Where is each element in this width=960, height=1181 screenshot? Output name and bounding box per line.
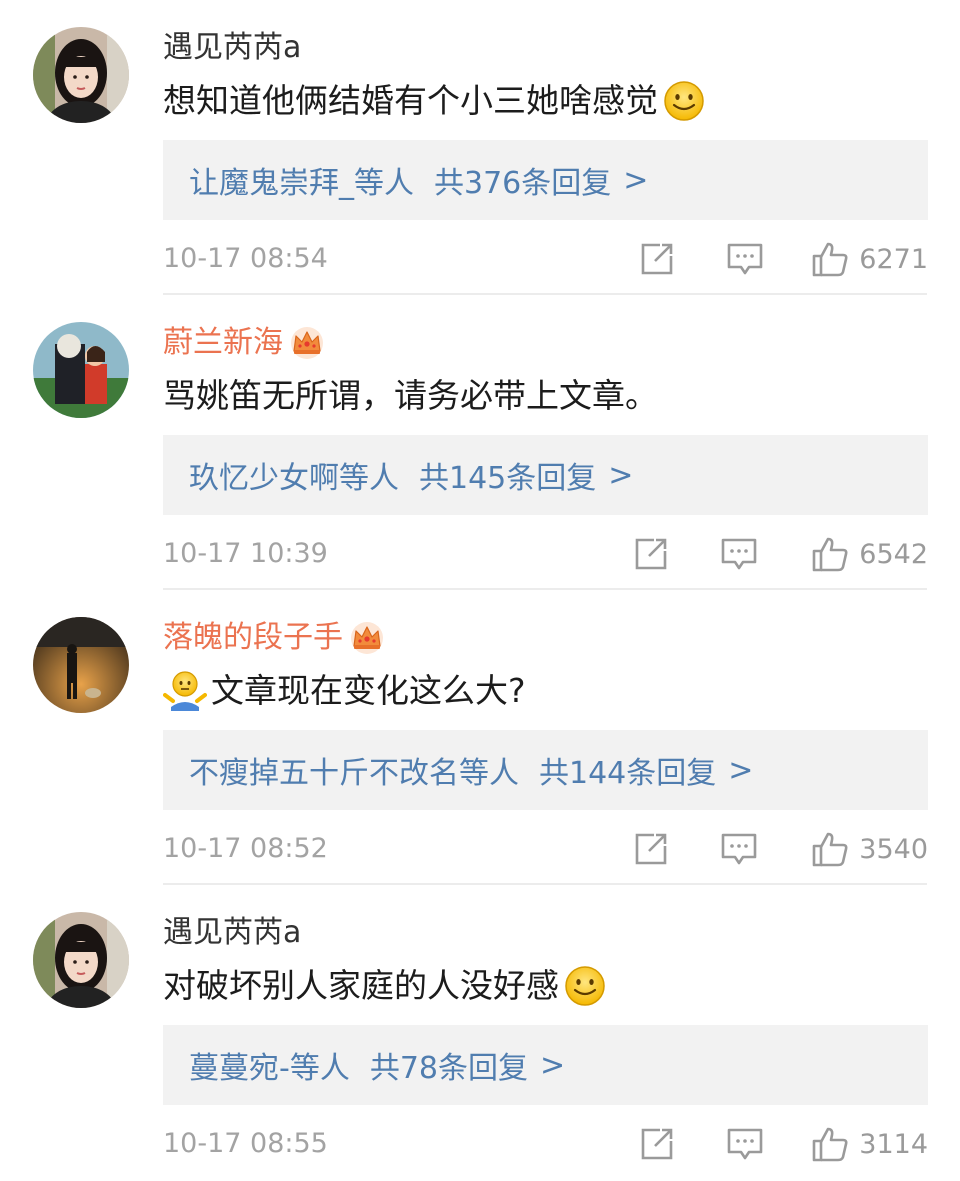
thumbs-up-icon xyxy=(811,240,849,278)
comment-text-body: 对破坏别人家庭的人没好感 xyxy=(163,966,559,1005)
comment-meta: 10-17 08:52 3540 xyxy=(163,826,928,872)
share-icon[interactable] xyxy=(638,240,676,278)
share-icon[interactable] xyxy=(632,535,670,573)
username[interactable]: 遇见芮芮a xyxy=(163,28,301,68)
comment-icon[interactable] xyxy=(720,535,758,573)
chevron-right-icon: > xyxy=(608,457,634,493)
like-count: 6271 xyxy=(859,243,928,275)
username-text: 蔚兰新海 xyxy=(163,325,283,360)
comment-icon[interactable] xyxy=(726,240,764,278)
comment-icon[interactable] xyxy=(726,1125,764,1163)
avatar[interactable] xyxy=(33,322,129,418)
comment-item: 遇见芮芮a 对破坏别人家庭的人没好感 蔓蔓宛-等人 共78条回复 > 10-17… xyxy=(0,885,960,1180)
replies-summary[interactable]: 不瘦掉五十斤不改名等人 共144条回复 > xyxy=(163,730,928,810)
smile-emoji-icon xyxy=(662,79,706,123)
replies-count: 共376条回复 xyxy=(434,166,612,201)
comment-meta: 10-17 08:54 6271 xyxy=(163,236,928,282)
chevron-right-icon: > xyxy=(728,752,754,788)
comment-text: 想知道他俩结婚有个小三她啥感觉 xyxy=(163,76,706,126)
replies-count: 共78条回复 xyxy=(369,1051,529,1086)
comment-text-body: 文章现在变化这么大? xyxy=(211,671,526,710)
replies-count: 共144条回复 xyxy=(539,756,717,791)
comment-item: 落魄的段子手 文章现在变化这么大? 不瘦掉五十斤不改名等人 共144条回复 > … xyxy=(0,590,960,885)
username-text: 落魄的段子手 xyxy=(163,620,343,655)
comment-icon[interactable] xyxy=(720,830,758,868)
comment-meta: 10-17 08:55 3114 xyxy=(163,1121,928,1167)
thumbs-up-icon xyxy=(811,1125,849,1163)
like-button[interactable]: 3540 xyxy=(811,826,928,872)
replies-users: 不瘦掉五十斤不改名等人 xyxy=(189,756,519,791)
comment-text-body: 骂姚笛无所谓，请务必带上文章。 xyxy=(163,376,658,415)
chevron-right-icon: > xyxy=(540,1047,566,1083)
avatar[interactable] xyxy=(33,617,129,713)
like-count: 3540 xyxy=(859,833,928,865)
like-count: 3114 xyxy=(859,1128,928,1160)
avatar[interactable] xyxy=(33,912,129,1008)
comment-text: 文章现在变化这么大? xyxy=(163,666,526,716)
smile-emoji-icon xyxy=(563,964,607,1008)
replies-users: 玖忆少女啊等人 xyxy=(189,461,399,496)
replies-users: 让魔鬼崇拜_等人 xyxy=(189,166,414,201)
username-text: 遇见芮芮a xyxy=(163,915,302,950)
share-icon[interactable] xyxy=(632,830,670,868)
like-button[interactable]: 3114 xyxy=(811,1121,928,1167)
username[interactable]: 遇见芮芮a xyxy=(163,913,301,953)
comment-item: 蔚兰新海 骂姚笛无所谓，请务必带上文章。 玖忆少女啊等人 共145条回复 > 1… xyxy=(0,295,960,590)
avatar[interactable] xyxy=(33,27,129,123)
crown-icon xyxy=(289,325,325,361)
replies-count: 共145条回复 xyxy=(419,461,597,496)
replies-summary[interactable]: 蔓蔓宛-等人 共78条回复 > xyxy=(163,1025,928,1105)
timestamp: 10-17 10:39 xyxy=(163,538,328,569)
thumbs-up-icon xyxy=(811,830,849,868)
replies-users: 蔓蔓宛-等人 xyxy=(189,1051,350,1086)
like-button[interactable]: 6271 xyxy=(811,236,928,282)
comment-item: 遇见芮芮a 想知道他俩结婚有个小三她啥感觉 让魔鬼崇拜_等人 共376条回复 >… xyxy=(0,0,960,295)
comment-text: 对破坏别人家庭的人没好感 xyxy=(163,961,607,1011)
thumbs-up-icon xyxy=(811,535,849,573)
shrug-emoji-icon xyxy=(163,669,207,713)
comment-text-body: 想知道他俩结婚有个小三她啥感觉 xyxy=(163,81,658,120)
timestamp: 10-17 08:52 xyxy=(163,833,328,864)
comment-meta: 10-17 10:39 6542 xyxy=(163,531,928,577)
comment-text: 骂姚笛无所谓，请务必带上文章。 xyxy=(163,371,658,421)
crown-icon xyxy=(349,620,385,656)
like-count: 6542 xyxy=(859,538,928,570)
username[interactable]: 落魄的段子手 xyxy=(163,618,385,658)
share-icon[interactable] xyxy=(638,1125,676,1163)
username-text: 遇见芮芮a xyxy=(163,30,302,65)
chevron-right-icon: > xyxy=(623,162,649,198)
replies-summary[interactable]: 让魔鬼崇拜_等人 共376条回复 > xyxy=(163,140,928,220)
replies-summary[interactable]: 玖忆少女啊等人 共145条回复 > xyxy=(163,435,928,515)
timestamp: 10-17 08:54 xyxy=(163,243,328,274)
like-button[interactable]: 6542 xyxy=(811,531,928,577)
username[interactable]: 蔚兰新海 xyxy=(163,323,325,363)
timestamp: 10-17 08:55 xyxy=(163,1128,328,1159)
